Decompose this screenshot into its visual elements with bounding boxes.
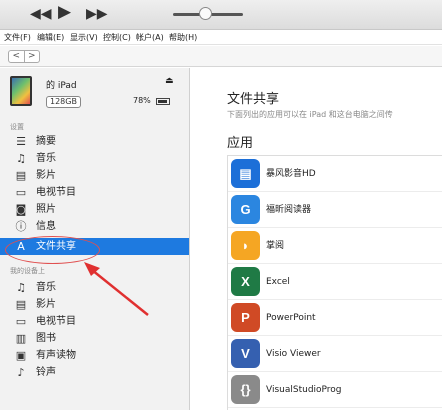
sidebar-item-label: 影片 [36, 299, 56, 310]
sidebar-item-label: 图书 [36, 333, 56, 344]
eject-icon[interactable]: ⏏ [165, 76, 174, 86]
menu-help[interactable]: 帮助(H) [169, 30, 197, 45]
excel-app-icon: X [231, 267, 260, 296]
play-icon[interactable]: ▶ [58, 3, 71, 21]
battery-level: 78% [133, 96, 151, 105]
file-sharing-panel: 文件共享 下面列出的应用可以在 iPad 和这台电脑之间传 应用 ▤ 暴风影音H… [191, 68, 442, 410]
app-name: Excel [266, 277, 290, 287]
book-icon: ▥ [15, 332, 27, 345]
film-icon: ▤ [15, 298, 27, 311]
app-row-powerpoint[interactable]: P PowerPoint [228, 300, 442, 336]
volume-knob[interactable] [198, 7, 212, 20]
menu-edit[interactable]: 编辑(E) [37, 30, 64, 45]
menu-view[interactable]: 显示(V) [70, 30, 98, 45]
sidebar-item-device-books[interactable]: ▥ 图书 [0, 330, 189, 347]
back-forward-buttons: < > [8, 50, 40, 63]
foxit-app-icon: G [231, 195, 260, 224]
app-row-visualstudio[interactable]: {} VisualStudioProg [228, 372, 442, 408]
app-name: Visio Viewer [266, 349, 321, 359]
sidebar-item-label: 摘要 [36, 136, 56, 147]
tv-icon: ▭ [15, 186, 27, 199]
sidebar-item-music[interactable]: ♫ 音乐 [0, 150, 189, 167]
back-button[interactable]: < [9, 51, 24, 62]
menu-account[interactable]: 帐户(A) [136, 30, 164, 45]
rewind-icon[interactable]: ◀◀ [30, 5, 52, 23]
menu-bar: 文件(F) 编辑(E) 显示(V) 控制(C) 帐户(A) 帮助(H) [0, 30, 442, 45]
sidebar-item-label: 电视节目 [36, 187, 76, 198]
app-name: 福昕阅读器 [266, 205, 312, 215]
app-row-baofeng[interactable]: ▤ 暴风影音HD [228, 156, 442, 192]
forward-button[interactable]: > [23, 51, 40, 62]
page-description: 下面列出的应用可以在 iPad 和这台电脑之间传 [227, 110, 393, 119]
sidebar-item-tv-shows[interactable]: ▭ 电视节目 [0, 184, 189, 201]
zhangyue-app-icon: ◗ [231, 231, 260, 260]
playback-toolbar: ◀◀ ▶ ▶▶ [0, 0, 442, 30]
sidebar-item-info[interactable]: ⓘ 信息 [0, 218, 189, 235]
app-row-visio[interactable]: V Visio Viewer [228, 336, 442, 372]
ipad-device-icon [10, 76, 32, 106]
powerpoint-app-icon: P [231, 303, 260, 332]
sidebar-item-label: 电视节目 [36, 316, 76, 327]
sidebar-item-label: 音乐 [36, 153, 56, 164]
music-note-icon: ♫ [16, 281, 26, 294]
page-title: 文件共享 [227, 92, 280, 107]
tv-icon: ▭ [15, 315, 27, 328]
battery-icon [156, 98, 170, 105]
sidebar-item-device-audiobooks[interactable]: ▣ 有声读物 [0, 347, 189, 364]
sidebar-item-summary[interactable]: ☰ 摘要 [0, 133, 189, 150]
apps-heading: 应用 [227, 136, 254, 151]
app-name: PowerPoint [266, 313, 316, 323]
info-icon: ⓘ [15, 220, 27, 233]
sidebar-item-label: 信息 [36, 221, 56, 232]
film-icon: ▤ [15, 169, 27, 182]
sidebar-item-label: 照片 [36, 204, 56, 215]
app-name: 掌阅 [266, 241, 285, 251]
on-device-section-label: 我的设备上 [10, 267, 45, 275]
fast-forward-icon[interactable]: ▶▶ [86, 5, 108, 23]
audiobook-icon: ▣ [15, 349, 27, 362]
menu-control[interactable]: 控制(C) [103, 30, 131, 45]
annotation-circle [5, 236, 100, 264]
apps-list: ▤ 暴风影音HD G 福昕阅读器 ◗ 掌阅 X Excel P PowerPoi… [227, 155, 442, 410]
app-name: VisualStudioProg [266, 385, 342, 395]
sidebar-item-label: 影片 [36, 170, 56, 181]
sidebar-item-device-music[interactable]: ♫ 音乐 [0, 279, 189, 296]
visualstudio-app-icon: {} [231, 375, 260, 404]
app-row-zhangyue[interactable]: ◗ 掌阅 [228, 228, 442, 264]
music-note-icon: ♫ [16, 152, 26, 165]
app-row-foxit[interactable]: G 福昕阅读器 [228, 192, 442, 228]
visio-app-icon: V [231, 339, 260, 368]
bell-icon: ♪ [17, 366, 25, 379]
menu-file[interactable]: 文件(F) [4, 30, 31, 45]
sidebar-item-label: 铃声 [36, 367, 56, 378]
baofeng-app-icon: ▤ [231, 159, 260, 188]
summary-icon: ☰ [16, 135, 26, 148]
sidebar-item-movies[interactable]: ▤ 影片 [0, 167, 189, 184]
camera-icon: ◙ [15, 203, 27, 216]
app-name: 暴风影音HD [266, 169, 316, 179]
navigation-row: < > [0, 46, 442, 67]
device-name[interactable]: 的 iPad [46, 78, 77, 91]
settings-section-label: 设置 [10, 123, 24, 131]
sidebar-item-photos[interactable]: ◙ 照片 [0, 201, 189, 218]
sidebar-item-device-tv-shows[interactable]: ▭ 电视节目 [0, 313, 189, 330]
app-row-excel[interactable]: X Excel [228, 264, 442, 300]
sidebar-item-label: 有声读物 [36, 350, 76, 361]
sidebar-item-device-movies[interactable]: ▤ 影片 [0, 296, 189, 313]
sidebar-item-label: 音乐 [36, 282, 56, 293]
capacity-badge: 128GB [46, 96, 81, 108]
sidebar-item-device-ringtones[interactable]: ♪ 铃声 [0, 364, 189, 381]
